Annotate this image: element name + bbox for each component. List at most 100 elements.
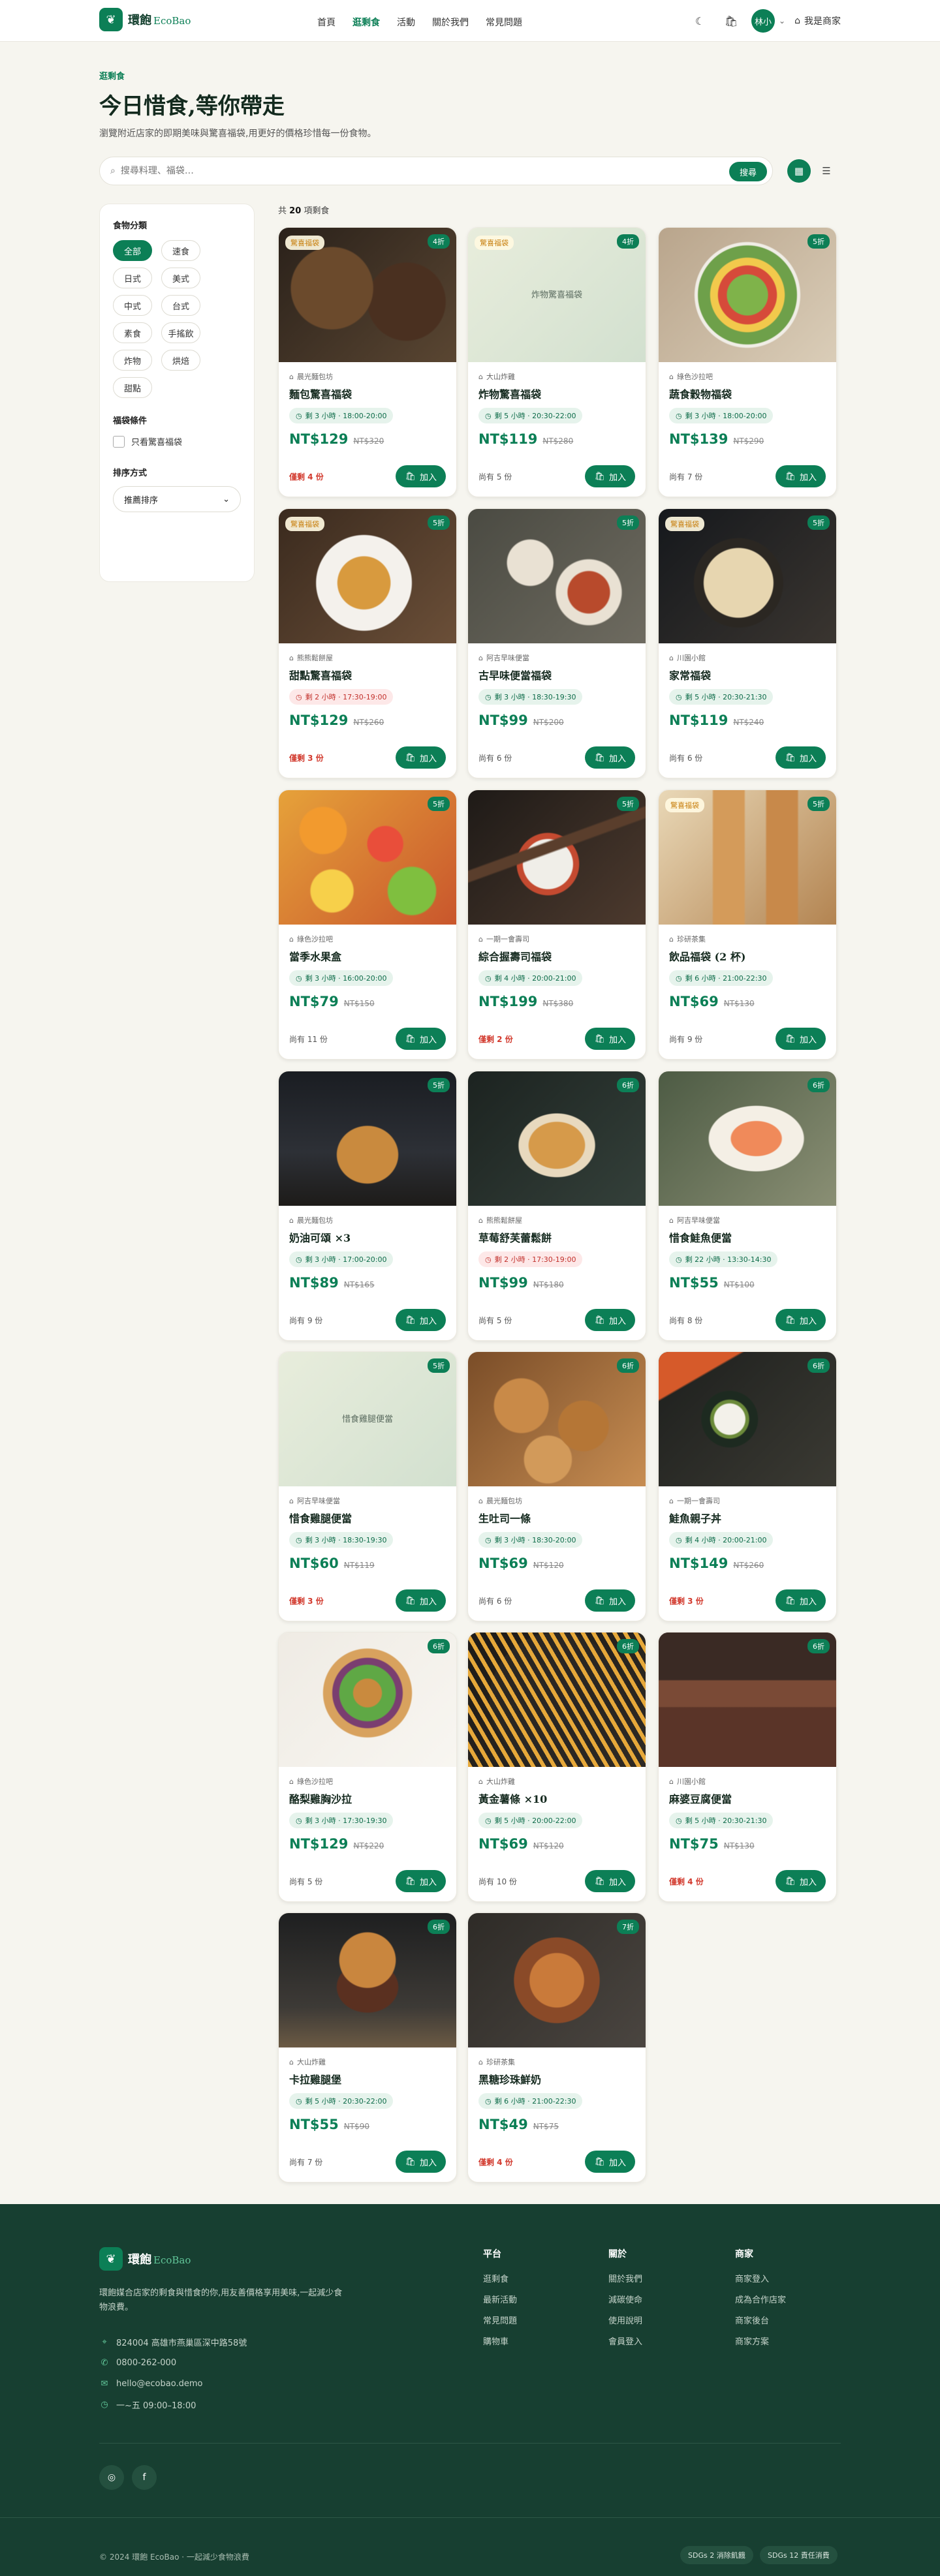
product-image[interactable]: 驚喜福袋 5折	[659, 509, 836, 643]
footer-link[interactable]: 成為合作店家	[735, 2290, 786, 2311]
product-name[interactable]: 甜點驚喜福袋	[289, 667, 446, 682]
list-view-icon[interactable]: ☰	[815, 159, 838, 183]
product-image[interactable]: 6折	[468, 1633, 646, 1767]
product-name[interactable]: 家常福袋	[669, 667, 826, 682]
footer-link[interactable]: 常見問題	[483, 2311, 517, 2332]
product-card[interactable]: 5折 ⌂ 綠色沙拉吧 當季水果盒 ◷ 剩 3 小時 · 16:00-20:00 NT$79 N…	[278, 790, 457, 1060]
product-image[interactable]: 6折	[659, 1352, 836, 1486]
product-image[interactable]: 5折	[468, 790, 646, 925]
product-image[interactable]: 5折 惜食雞腿便當	[279, 1352, 456, 1486]
add-to-cart-button[interactable]: 🛍 加入	[585, 1870, 635, 1892]
add-to-cart-button[interactable]: 🛍 加入	[585, 1028, 635, 1050]
shop-row[interactable]: ⌂ 綠色沙拉吧	[669, 371, 826, 382]
footer-link[interactable]: 關於我們	[608, 2269, 642, 2290]
product-card[interactable]: 5折 惜食雞腿便當 ⌂ 阿吉早味便當 惜食雞腿便當 ◷ 剩 3 小時 · 18:30-19:…	[278, 1351, 457, 1621]
footer-link[interactable]: 商家方案	[735, 2332, 786, 2353]
product-name[interactable]: 炸物驚喜福袋	[478, 386, 635, 401]
contact-phone[interactable]: 0800-262-000	[116, 2358, 176, 2368]
footer-link[interactable]: 逛剩食	[483, 2269, 517, 2290]
add-to-cart-button[interactable]: 🛍 加入	[585, 746, 635, 769]
product-name[interactable]: 黃金薯條 ×10	[478, 1790, 635, 1806]
shop-row[interactable]: ⌂ 大山炸雞	[478, 371, 635, 382]
product-image[interactable]: 驚喜福袋 4折 炸物驚喜福袋	[468, 228, 646, 362]
product-image[interactable]: 6折	[468, 1352, 646, 1486]
category-chip[interactable]: 美式	[161, 268, 200, 288]
product-name[interactable]: 酪梨雞胸沙拉	[289, 1790, 446, 1806]
footer-link[interactable]: 最新活動	[483, 2290, 517, 2311]
product-card[interactable]: 5折 ⌂ 綠色沙拉吧 蔬食穀物福袋 ◷ 剩 3 小時 · 18:00-20:00 NT$13…	[658, 227, 837, 497]
shop-row[interactable]: ⌂ 熊熊鬆餅屋	[478, 1215, 635, 1225]
add-to-cart-button[interactable]: 🛍 加入	[776, 1589, 826, 1612]
product-name[interactable]: 奶油可頌 ×3	[289, 1229, 446, 1245]
shop-row[interactable]: ⌂ 川園小館	[669, 652, 826, 663]
product-name[interactable]: 黑糖珍珠鮮奶	[478, 2071, 635, 2087]
product-card[interactable]: 6折 ⌂ 川園小館 麻婆豆腐便當 ◷ 剩 5 小時 · 20:30-21:30 NT$75 N…	[658, 1632, 837, 1902]
product-image[interactable]: 6折	[279, 1633, 456, 1767]
add-to-cart-button[interactable]: 🛍 加入	[396, 1028, 446, 1050]
avatar[interactable]: 林小	[751, 9, 776, 33]
product-card[interactable]: 5折 ⌂ 阿吉早味便當 古早味便當福袋 ◷ 剩 3 小時 · 18:30-19:30 NT$…	[467, 508, 646, 778]
product-image[interactable]: 驚喜福袋 5折	[659, 790, 836, 925]
nav-faq[interactable]: 常見問題	[486, 16, 522, 29]
shop-row[interactable]: ⌂ 晨光麵包坊	[478, 1495, 635, 1506]
checkbox-box[interactable]	[113, 435, 125, 448]
nav-home[interactable]: 首頁	[317, 16, 336, 29]
category-chip[interactable]: 全部	[113, 240, 152, 261]
product-name[interactable]: 草莓舒芙蕾鬆餅	[478, 1229, 635, 1245]
add-to-cart-button[interactable]: 🛍 加入	[585, 465, 635, 487]
product-image[interactable]: 5折	[468, 509, 646, 643]
product-card[interactable]: 驚喜福袋 5折 ⌂ 川園小館 家常福袋 ◷ 剩 5 小時 · 20:30-21:30 NT$1…	[658, 508, 837, 778]
product-name[interactable]: 惜食雞腿便當	[289, 1510, 446, 1526]
add-to-cart-button[interactable]: 🛍 加入	[396, 1589, 446, 1612]
product-name[interactable]: 綜合握壽司福袋	[478, 948, 635, 964]
add-to-cart-button[interactable]: 🛍 加入	[396, 2151, 446, 2173]
shop-row[interactable]: ⌂ 阿吉早味便當	[289, 1495, 446, 1506]
shop-row[interactable]: ⌂ 珍研茶集	[478, 2057, 635, 2067]
cart-icon[interactable]: 🛍	[720, 10, 742, 32]
product-image[interactable]: 5折	[279, 790, 456, 925]
instagram-icon[interactable]: ◎	[99, 2465, 124, 2490]
product-name[interactable]: 蔬食穀物福袋	[669, 386, 826, 401]
shop-row[interactable]: ⌂ 一期一會壽司	[478, 934, 635, 944]
category-chip[interactable]: 甜點	[113, 377, 152, 398]
shop-row[interactable]: ⌂ 晨光麵包坊	[289, 371, 446, 382]
category-chip[interactable]: 速食	[161, 240, 200, 261]
search-button[interactable]: 搜尋	[728, 162, 767, 181]
product-name[interactable]: 惜食鮭魚便當	[669, 1229, 826, 1245]
product-name[interactable]: 當季水果盒	[289, 948, 446, 964]
footer-link[interactable]: 商家登入	[735, 2269, 786, 2290]
product-card[interactable]: 6折 ⌂ 熊熊鬆餅屋 草莓舒芙蕾鬆餅 ◷ 剩 2 小時 · 17:30-19:00 NT$9…	[467, 1071, 646, 1341]
footer-logo[interactable]: ❦ 環飽 EcoBao	[99, 2247, 191, 2271]
add-to-cart-button[interactable]: 🛍 加入	[776, 1028, 826, 1050]
product-card[interactable]: 6折 ⌂ 大山炸雞 卡拉雞腿堡 ◷ 剩 5 小時 · 20:30-22:00 NT$55 NT…	[278, 1912, 457, 2183]
dark-mode-moon-icon[interactable]: ☾	[689, 10, 711, 32]
merchant-link[interactable]: ⌂ 我是商家	[794, 14, 841, 27]
grid-view-icon[interactable]: ▦	[787, 159, 811, 183]
product-card[interactable]: 驚喜福袋 5折 ⌂ 珍研茶集 飲品福袋 (2 杯) ◷ 剩 6 小時 · 21:00-22:…	[658, 790, 837, 1060]
product-image[interactable]: 驚喜福袋 4折	[279, 228, 456, 362]
nav-events[interactable]: 活動	[397, 16, 415, 29]
product-card[interactable]: 驚喜福袋 4折 ⌂ 晨光麵包坊 麵包驚喜福袋 ◷ 剩 3 小時 · 18:00-20:00 N…	[278, 227, 457, 497]
shop-row[interactable]: ⌂ 阿吉早味便當	[478, 652, 635, 663]
shop-row[interactable]: ⌂ 一期一會壽司	[669, 1495, 826, 1506]
product-name[interactable]: 麻婆豆腐便當	[669, 1790, 826, 1806]
nav-browse[interactable]: 逛剩食	[352, 16, 380, 29]
add-to-cart-button[interactable]: 🛍 加入	[776, 1870, 826, 1892]
shop-row[interactable]: ⌂ 綠色沙拉吧	[289, 1776, 446, 1786]
facebook-icon[interactable]: f	[132, 2465, 157, 2490]
footer-link[interactable]: 會員登入	[608, 2332, 642, 2353]
category-chip[interactable]: 素食	[113, 322, 152, 343]
product-name[interactable]: 古早味便當福袋	[478, 667, 635, 682]
contact-email[interactable]: hello@ecobao.demo	[116, 2379, 202, 2389]
surprise-bag-checkbox[interactable]: 只看驚喜福袋	[113, 435, 241, 448]
search-input[interactable]	[120, 166, 695, 176]
product-card[interactable]: 6折 ⌂ 晨光麵包坊 生吐司一條 ◷ 剩 3 小時 · 18:30-20:00 NT$69 N…	[467, 1351, 646, 1621]
brand-logo[interactable]: ❦ 環飽 EcoBao	[99, 8, 191, 31]
add-to-cart-button[interactable]: 🛍 加入	[396, 746, 446, 769]
product-card[interactable]: 5折 ⌂ 晨光麵包坊 奶油可頌 ×3 ◷ 剩 3 小時 · 17:00-20:00 NT$8…	[278, 1071, 457, 1341]
add-to-cart-button[interactable]: 🛍 加入	[776, 465, 826, 487]
product-image[interactable]: 驚喜福袋 5折	[279, 509, 456, 643]
product-image[interactable]: 7折	[468, 1913, 646, 2047]
add-to-cart-button[interactable]: 🛍 加入	[585, 1589, 635, 1612]
product-card[interactable]: 6折 ⌂ 阿吉早味便當 惜食鮭魚便當 ◷ 剩 22 小時 · 13:30-14:30 NT$…	[658, 1071, 837, 1341]
